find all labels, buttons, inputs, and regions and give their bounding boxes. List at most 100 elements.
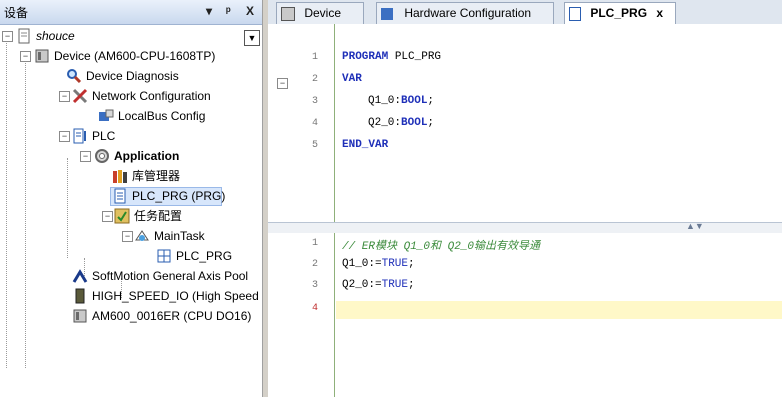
code-line: Q1_0:=TRUE; bbox=[342, 258, 415, 270]
io-module-icon bbox=[75, 288, 85, 304]
device-tab-icon bbox=[281, 6, 295, 21]
tree-item-label: PLC_PRG (PRG) bbox=[132, 189, 226, 203]
collapse-toggle[interactable]: − bbox=[102, 211, 113, 222]
dropdown-arrow-icon[interactable]: ▼ bbox=[244, 30, 260, 46]
tree-item-high-speed-io[interactable]: HIGH_SPEED_IO (High Speed I bbox=[0, 286, 262, 306]
code-line: PROGRAM PLC_PRG bbox=[342, 51, 441, 63]
network-config-icon bbox=[72, 88, 88, 104]
literal-value: TRUE bbox=[381, 279, 409, 291]
pin-icon[interactable]: ᵖ bbox=[226, 4, 231, 18]
variable-name: Q2_0 bbox=[368, 117, 395, 129]
semicolon: ; bbox=[427, 117, 435, 129]
tree-item-device[interactable]: − Device (AM600-CPU-1608TP) bbox=[0, 46, 262, 66]
tree-item-localbus-config[interactable]: LocalBus Config bbox=[0, 106, 262, 126]
line-number: 3 bbox=[311, 96, 318, 107]
tree-item-plc-prg-call[interactable]: PLC_PRG bbox=[0, 246, 262, 266]
assign-operator: := bbox=[368, 279, 382, 291]
tree-item-network-configuration[interactable]: − Network Configuration bbox=[0, 86, 262, 106]
line-number: 1 bbox=[311, 238, 318, 249]
code-line: VAR bbox=[342, 73, 362, 85]
device-tree: − shouce ▼ − Device (AM600-CPU-1608TP) D… bbox=[0, 26, 262, 397]
line-number: 4 bbox=[311, 303, 318, 314]
collapse-toggle[interactable]: − bbox=[80, 151, 91, 162]
keyword: VAR bbox=[342, 73, 362, 85]
tab-label: Device bbox=[304, 6, 342, 20]
line-number: 2 bbox=[311, 74, 318, 85]
tree-item-am600-0016er[interactable]: AM600_0016ER (CPU DO16) bbox=[0, 306, 262, 326]
tree-item-label: MainTask bbox=[154, 229, 205, 243]
collapse-toggle[interactable]: − bbox=[59, 91, 70, 102]
close-tab-icon[interactable]: x bbox=[656, 6, 663, 20]
tree-item-label: PLC_PRG bbox=[176, 249, 233, 263]
splitter-arrows-icon[interactable]: ▲▼ bbox=[686, 221, 704, 231]
line-number: 1 bbox=[311, 52, 318, 63]
declaration-editor[interactable]: − 1 2 3 4 5 PROGRAM PLC_PRG VAR Q1_0:BOO… bbox=[268, 24, 782, 222]
collapse-toggle[interactable]: − bbox=[122, 231, 133, 242]
tree-item-label: Device (AM600-CPU-1608TP) bbox=[54, 49, 216, 63]
tree-item-label: HIGH_SPEED_IO (High Speed I bbox=[92, 289, 262, 303]
program-icon bbox=[114, 188, 126, 204]
tree-item-plc[interactable]: − PLC bbox=[0, 126, 262, 146]
implementation-editor[interactable]: 1 2 3 4 // ER模块 Q1_0和 Q2_0输出有效导通 Q1_0:=T… bbox=[268, 233, 782, 397]
tree-item-label: Application bbox=[114, 149, 180, 163]
tree-item-maintask[interactable]: − MainTask bbox=[0, 226, 262, 246]
hardware-config-icon bbox=[381, 7, 393, 20]
panel-menu-icon[interactable]: ▾ bbox=[206, 4, 212, 18]
tree-item-plc-prg[interactable]: PLC_PRG (PRG) bbox=[0, 186, 262, 206]
tree-item-task-configuration[interactable]: − 任务配置 bbox=[0, 206, 262, 226]
program-call-icon bbox=[157, 249, 171, 263]
variable-name: Q1_0 bbox=[368, 95, 395, 107]
editor-tab-bar: Device Hardware Configuration PLC_PRG x bbox=[268, 0, 782, 25]
plc-device-icon bbox=[35, 49, 49, 63]
tree-item-label: SoftMotion General Axis Pool bbox=[92, 269, 249, 283]
tab-plc-prg[interactable]: PLC_PRG x bbox=[564, 2, 676, 25]
variable-name: Q1_0 bbox=[342, 258, 369, 270]
code-line: Q2_0:BOOL; bbox=[368, 117, 434, 129]
tab-hardware-configuration[interactable]: Hardware Configuration bbox=[376, 2, 554, 24]
code-line: END_VAR bbox=[342, 139, 388, 151]
type-keyword: BOOL bbox=[401, 95, 428, 107]
tree-item-application[interactable]: − Application bbox=[0, 146, 262, 166]
collapse-toggle[interactable]: − bbox=[2, 31, 13, 42]
tree-item-softmotion-axis-pool[interactable]: SoftMotion General Axis Pool bbox=[0, 266, 262, 286]
fold-toggle[interactable]: − bbox=[277, 78, 288, 89]
device-panel-header: 设备 ▾ ᵖ X bbox=[0, 0, 262, 25]
identifier: PLC_PRG bbox=[388, 51, 442, 63]
tab-label: Hardware Configuration bbox=[404, 6, 532, 20]
plc-logic-icon bbox=[73, 128, 86, 144]
close-panel-icon[interactable]: X bbox=[246, 4, 254, 18]
semicolon: ; bbox=[408, 279, 415, 291]
tree-item-label: PLC bbox=[92, 129, 116, 143]
keyword: PROGRAM bbox=[342, 51, 389, 63]
project-icon bbox=[18, 28, 30, 44]
application-icon bbox=[95, 149, 109, 163]
line-number-gutter bbox=[268, 24, 334, 222]
diagnosis-icon bbox=[67, 69, 82, 84]
code-comment: // ER模块 Q1_0和 Q2_0输出有效导通 bbox=[342, 241, 541, 253]
line-number: 5 bbox=[311, 140, 318, 151]
device-panel: 设备 ▾ ᵖ X − shouce ▼ − Device (AM600-CPU-… bbox=[0, 0, 262, 397]
tree-item-device-diagnosis[interactable]: Device Diagnosis bbox=[0, 66, 262, 86]
line-number-gutter bbox=[268, 233, 334, 397]
library-manager-icon bbox=[113, 170, 127, 183]
line-number: 2 bbox=[311, 259, 318, 270]
semicolon: ; bbox=[408, 258, 415, 270]
tree-item-label: 库管理器 bbox=[132, 169, 181, 183]
tree-item-library-manager[interactable]: 库管理器 bbox=[0, 166, 262, 186]
tree-item-project[interactable]: − shouce ▼ bbox=[0, 26, 262, 46]
tab-device[interactable]: Device bbox=[276, 2, 364, 24]
device-panel-title: 设备 bbox=[4, 6, 29, 20]
type-keyword: BOOL bbox=[401, 117, 428, 129]
tree-item-label: Network Configuration bbox=[92, 89, 211, 103]
tree-item-label: LocalBus Config bbox=[118, 109, 206, 123]
code-line: Q2_0:=TRUE; bbox=[342, 279, 415, 291]
variable-name: Q2_0 bbox=[342, 279, 369, 291]
tree-item-label: AM600_0016ER (CPU DO16) bbox=[92, 309, 252, 323]
line-number: 4 bbox=[311, 118, 318, 129]
collapse-toggle[interactable]: − bbox=[59, 131, 70, 142]
semicolon: ; bbox=[427, 95, 435, 107]
io-module-icon bbox=[73, 309, 87, 323]
program-icon bbox=[569, 6, 581, 21]
collapse-toggle[interactable]: − bbox=[20, 51, 31, 62]
tree-item-label: Device Diagnosis bbox=[86, 69, 179, 83]
